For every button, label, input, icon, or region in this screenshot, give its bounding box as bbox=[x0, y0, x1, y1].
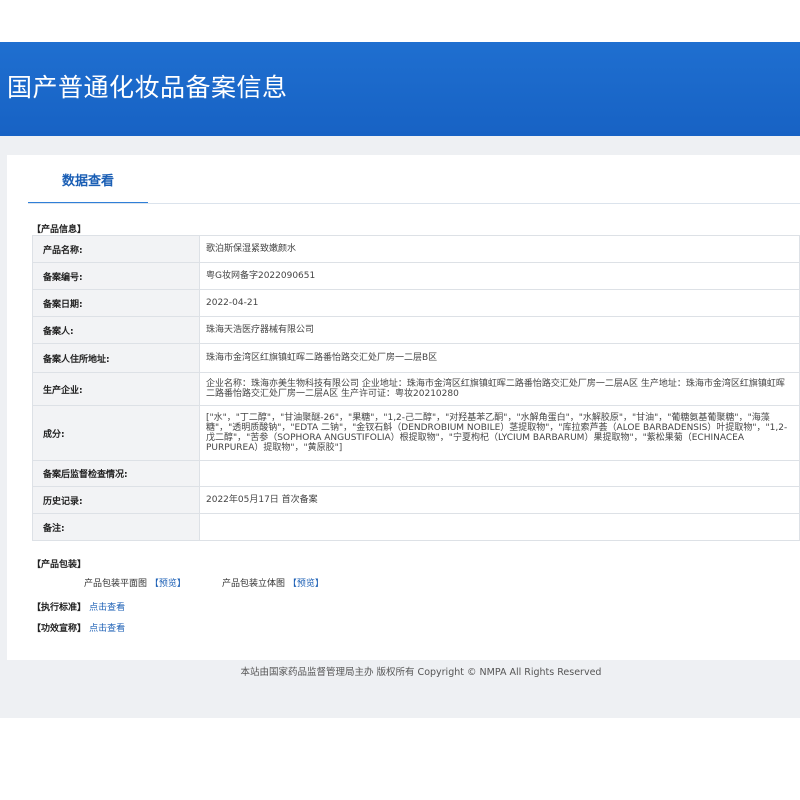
row-label: 备案人: bbox=[32, 316, 200, 344]
packaging-flat-label: 产品包装平面图 bbox=[84, 579, 148, 589]
header-banner: 国产普通化妆品备案信息 bbox=[0, 42, 800, 136]
page-title: 国产普通化妆品备案信息 bbox=[7, 73, 288, 102]
tab-divider bbox=[28, 203, 800, 204]
row-value: 粤G妆网备字2022090651 bbox=[199, 262, 800, 290]
table-row: 备案后监督检查情况: bbox=[32, 460, 800, 487]
row-label: 备案编号: bbox=[32, 262, 200, 290]
row-label: 成分: bbox=[32, 405, 200, 461]
row-value: ["水"，"丁二醇"，"甘油聚醚-26"，"果糖"，"1,2-己二醇"，"对羟基… bbox=[199, 405, 800, 461]
packaging-solid-preview-link[interactable]: 【预览】 bbox=[288, 579, 324, 589]
table-row: 备案日期: 2022-04-21 bbox=[32, 289, 800, 317]
section-packaging-label: 【产品包装】 bbox=[32, 560, 87, 570]
row-value: 歌泊斯保湿紧致嫩颜水 bbox=[199, 235, 800, 263]
packaging-solid-item: 产品包装立体图 【预览】 bbox=[222, 576, 324, 589]
packaging-flat-preview-link[interactable]: 【预览】 bbox=[150, 579, 186, 589]
table-row: 备注: bbox=[32, 513, 800, 541]
row-label: 产品名称: bbox=[32, 235, 200, 263]
row-value: 企业名称：珠海亦美生物科技有限公司 企业地址：珠海市金湾区红旗镇虹晖二路番怡路交… bbox=[199, 372, 800, 406]
data-panel: 数据查看 【产品信息】 产品名称: 歌泊斯保湿紧致嫩颜水 备案编号: 粤G妆网备… bbox=[7, 155, 800, 660]
row-value bbox=[199, 513, 800, 541]
row-value: 珠海天浩医疗器械有限公司 bbox=[199, 316, 800, 344]
row-value bbox=[199, 460, 800, 487]
table-row: 备案编号: 粤G妆网备字2022090651 bbox=[32, 262, 800, 290]
row-label: 备案日期: bbox=[32, 289, 200, 317]
row-value: 2022-04-21 bbox=[199, 289, 800, 317]
row-value: 2022年05月17日 首次备案 bbox=[199, 486, 800, 514]
packaging-solid-label: 产品包装立体图 bbox=[222, 579, 286, 589]
table-row: 备案人: 珠海天浩医疗器械有限公司 bbox=[32, 316, 800, 344]
section-efficacy: 【功效宣称】 点击查看 bbox=[32, 621, 125, 634]
packaging-flat-item: 产品包装平面图 【预览】 bbox=[84, 576, 186, 589]
standard-view-link[interactable]: 点击查看 bbox=[89, 603, 125, 613]
row-label: 备案人住所地址: bbox=[32, 343, 200, 373]
row-label: 生产企业: bbox=[32, 372, 200, 406]
footer-copyright: 本站由国家药品监督管理局主办 版权所有 Copyright © NMPA All… bbox=[240, 667, 602, 678]
product-info-table: 产品名称: 歌泊斯保湿紧致嫩颜水 备案编号: 粤G妆网备字2022090651 … bbox=[32, 235, 800, 541]
row-label: 历史记录: bbox=[32, 486, 200, 514]
efficacy-label: 【功效宣称】 bbox=[32, 624, 87, 634]
tab-data-view[interactable]: 数据查看 bbox=[28, 173, 148, 203]
efficacy-view-link[interactable]: 点击查看 bbox=[89, 624, 125, 634]
table-row: 历史记录: 2022年05月17日 首次备案 bbox=[32, 486, 800, 514]
section-standard: 【执行标准】 点击查看 bbox=[32, 600, 125, 613]
table-row: 生产企业: 企业名称：珠海亦美生物科技有限公司 企业地址：珠海市金湾区红旗镇虹晖… bbox=[32, 372, 800, 406]
row-label: 备注: bbox=[32, 513, 200, 541]
section-product-info-label: 【产品信息】 bbox=[32, 225, 87, 235]
table-row: 成分: ["水"，"丁二醇"，"甘油聚醚-26"，"果糖"，"1,2-己二醇"，… bbox=[32, 405, 800, 461]
row-value: 珠海市金湾区红旗镇虹晖二路番怡路交汇处厂房一二层B区 bbox=[199, 343, 800, 373]
standard-label: 【执行标准】 bbox=[32, 603, 87, 613]
table-row: 产品名称: 歌泊斯保湿紧致嫩颜水 bbox=[32, 235, 800, 263]
row-label: 备案后监督检查情况: bbox=[32, 460, 200, 487]
table-row: 备案人住所地址: 珠海市金湾区红旗镇虹晖二路番怡路交汇处厂房一二层B区 bbox=[32, 343, 800, 373]
